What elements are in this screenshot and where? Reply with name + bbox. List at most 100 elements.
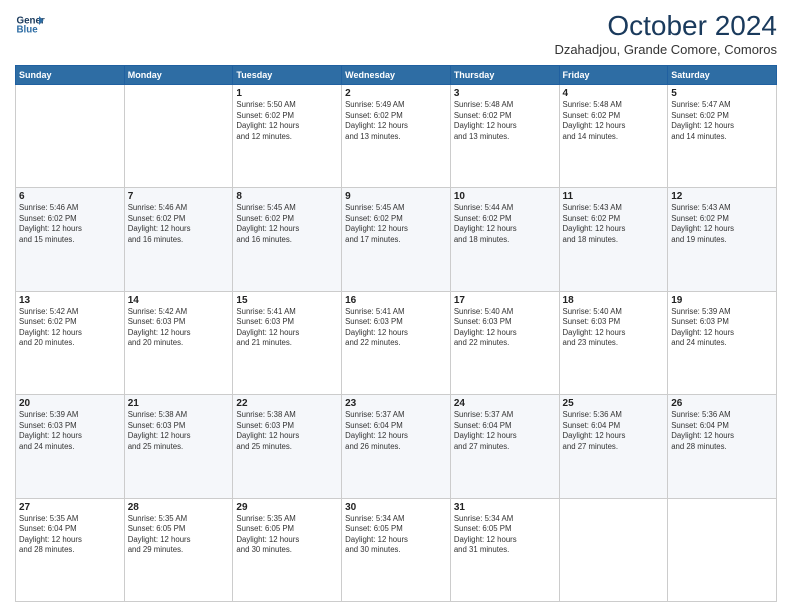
- logo-icon: General Blue: [15, 10, 45, 40]
- calendar-cell: 1Sunrise: 5:50 AM Sunset: 6:02 PM Daylig…: [233, 85, 342, 188]
- calendar-cell: [16, 85, 125, 188]
- day-info: Sunrise: 5:38 AM Sunset: 6:03 PM Dayligh…: [128, 410, 230, 452]
- calendar-cell: 11Sunrise: 5:43 AM Sunset: 6:02 PM Dayli…: [559, 188, 668, 291]
- day-number: 9: [345, 191, 447, 202]
- day-info: Sunrise: 5:45 AM Sunset: 6:02 PM Dayligh…: [236, 203, 338, 245]
- day-info: Sunrise: 5:42 AM Sunset: 6:03 PM Dayligh…: [128, 307, 230, 349]
- calendar-cell: 2Sunrise: 5:49 AM Sunset: 6:02 PM Daylig…: [342, 85, 451, 188]
- day-info: Sunrise: 5:47 AM Sunset: 6:02 PM Dayligh…: [671, 100, 773, 142]
- day-info: Sunrise: 5:38 AM Sunset: 6:03 PM Dayligh…: [236, 410, 338, 452]
- calendar-cell: [668, 498, 777, 601]
- day-info: Sunrise: 5:34 AM Sunset: 6:05 PM Dayligh…: [454, 514, 556, 556]
- calendar-cell: 31Sunrise: 5:34 AM Sunset: 6:05 PM Dayli…: [450, 498, 559, 601]
- day-of-week-header: Thursday: [450, 66, 559, 85]
- day-number: 27: [19, 502, 121, 513]
- day-number: 23: [345, 398, 447, 409]
- day-number: 24: [454, 398, 556, 409]
- calendar-header: SundayMondayTuesdayWednesdayThursdayFrid…: [16, 66, 777, 85]
- day-number: 2: [345, 88, 447, 99]
- day-info: Sunrise: 5:41 AM Sunset: 6:03 PM Dayligh…: [345, 307, 447, 349]
- svg-text:Blue: Blue: [17, 25, 39, 36]
- day-info: Sunrise: 5:44 AM Sunset: 6:02 PM Dayligh…: [454, 203, 556, 245]
- day-info: Sunrise: 5:50 AM Sunset: 6:02 PM Dayligh…: [236, 100, 338, 142]
- day-number: 19: [671, 295, 773, 306]
- day-info: Sunrise: 5:42 AM Sunset: 6:02 PM Dayligh…: [19, 307, 121, 349]
- day-of-week-header: Sunday: [16, 66, 125, 85]
- day-number: 21: [128, 398, 230, 409]
- calendar-cell: 27Sunrise: 5:35 AM Sunset: 6:04 PM Dayli…: [16, 498, 125, 601]
- day-number: 8: [236, 191, 338, 202]
- calendar-week-row: 27Sunrise: 5:35 AM Sunset: 6:04 PM Dayli…: [16, 498, 777, 601]
- day-info: Sunrise: 5:39 AM Sunset: 6:03 PM Dayligh…: [671, 307, 773, 349]
- day-number: 10: [454, 191, 556, 202]
- day-of-week-header: Monday: [124, 66, 233, 85]
- location: Dzahadjou, Grande Comore, Comoros: [554, 42, 777, 57]
- calendar-cell: 10Sunrise: 5:44 AM Sunset: 6:02 PM Dayli…: [450, 188, 559, 291]
- day-number: 4: [563, 88, 665, 99]
- day-number: 25: [563, 398, 665, 409]
- day-info: Sunrise: 5:48 AM Sunset: 6:02 PM Dayligh…: [563, 100, 665, 142]
- calendar-cell: 19Sunrise: 5:39 AM Sunset: 6:03 PM Dayli…: [668, 291, 777, 394]
- calendar-cell: [124, 85, 233, 188]
- day-info: Sunrise: 5:37 AM Sunset: 6:04 PM Dayligh…: [454, 410, 556, 452]
- calendar-cell: 26Sunrise: 5:36 AM Sunset: 6:04 PM Dayli…: [668, 395, 777, 498]
- day-number: 5: [671, 88, 773, 99]
- day-number: 22: [236, 398, 338, 409]
- day-number: 30: [345, 502, 447, 513]
- day-info: Sunrise: 5:35 AM Sunset: 6:04 PM Dayligh…: [19, 514, 121, 556]
- calendar-cell: 8Sunrise: 5:45 AM Sunset: 6:02 PM Daylig…: [233, 188, 342, 291]
- calendar-cell: 16Sunrise: 5:41 AM Sunset: 6:03 PM Dayli…: [342, 291, 451, 394]
- day-number: 13: [19, 295, 121, 306]
- day-number: 26: [671, 398, 773, 409]
- calendar-cell: 17Sunrise: 5:40 AM Sunset: 6:03 PM Dayli…: [450, 291, 559, 394]
- calendar-cell: 21Sunrise: 5:38 AM Sunset: 6:03 PM Dayli…: [124, 395, 233, 498]
- calendar-week-row: 6Sunrise: 5:46 AM Sunset: 6:02 PM Daylig…: [16, 188, 777, 291]
- day-of-week-header: Tuesday: [233, 66, 342, 85]
- calendar-cell: 25Sunrise: 5:36 AM Sunset: 6:04 PM Dayli…: [559, 395, 668, 498]
- day-number: 14: [128, 295, 230, 306]
- day-number: 28: [128, 502, 230, 513]
- day-number: 20: [19, 398, 121, 409]
- day-info: Sunrise: 5:35 AM Sunset: 6:05 PM Dayligh…: [128, 514, 230, 556]
- day-info: Sunrise: 5:34 AM Sunset: 6:05 PM Dayligh…: [345, 514, 447, 556]
- header: General Blue October 2024 Dzahadjou, Gra…: [15, 10, 777, 57]
- day-info: Sunrise: 5:45 AM Sunset: 6:02 PM Dayligh…: [345, 203, 447, 245]
- calendar-cell: 29Sunrise: 5:35 AM Sunset: 6:05 PM Dayli…: [233, 498, 342, 601]
- day-info: Sunrise: 5:46 AM Sunset: 6:02 PM Dayligh…: [128, 203, 230, 245]
- day-number: 31: [454, 502, 556, 513]
- calendar-week-row: 20Sunrise: 5:39 AM Sunset: 6:03 PM Dayli…: [16, 395, 777, 498]
- day-info: Sunrise: 5:40 AM Sunset: 6:03 PM Dayligh…: [454, 307, 556, 349]
- day-info: Sunrise: 5:49 AM Sunset: 6:02 PM Dayligh…: [345, 100, 447, 142]
- calendar-cell: 7Sunrise: 5:46 AM Sunset: 6:02 PM Daylig…: [124, 188, 233, 291]
- day-number: 1: [236, 88, 338, 99]
- calendar-cell: 23Sunrise: 5:37 AM Sunset: 6:04 PM Dayli…: [342, 395, 451, 498]
- day-info: Sunrise: 5:37 AM Sunset: 6:04 PM Dayligh…: [345, 410, 447, 452]
- day-of-week-header: Friday: [559, 66, 668, 85]
- day-number: 3: [454, 88, 556, 99]
- calendar-cell: 28Sunrise: 5:35 AM Sunset: 6:05 PM Dayli…: [124, 498, 233, 601]
- day-info: Sunrise: 5:36 AM Sunset: 6:04 PM Dayligh…: [671, 410, 773, 452]
- calendar-cell: 6Sunrise: 5:46 AM Sunset: 6:02 PM Daylig…: [16, 188, 125, 291]
- day-of-week-header: Wednesday: [342, 66, 451, 85]
- day-info: Sunrise: 5:36 AM Sunset: 6:04 PM Dayligh…: [563, 410, 665, 452]
- header-row: SundayMondayTuesdayWednesdayThursdayFrid…: [16, 66, 777, 85]
- day-info: Sunrise: 5:35 AM Sunset: 6:05 PM Dayligh…: [236, 514, 338, 556]
- calendar-cell: 15Sunrise: 5:41 AM Sunset: 6:03 PM Dayli…: [233, 291, 342, 394]
- calendar-cell: 14Sunrise: 5:42 AM Sunset: 6:03 PM Dayli…: [124, 291, 233, 394]
- calendar-cell: 4Sunrise: 5:48 AM Sunset: 6:02 PM Daylig…: [559, 85, 668, 188]
- calendar-cell: 9Sunrise: 5:45 AM Sunset: 6:02 PM Daylig…: [342, 188, 451, 291]
- day-number: 15: [236, 295, 338, 306]
- day-number: 17: [454, 295, 556, 306]
- day-info: Sunrise: 5:46 AM Sunset: 6:02 PM Dayligh…: [19, 203, 121, 245]
- title-block: October 2024 Dzahadjou, Grande Comore, C…: [554, 10, 777, 57]
- day-number: 7: [128, 191, 230, 202]
- calendar-cell: 5Sunrise: 5:47 AM Sunset: 6:02 PM Daylig…: [668, 85, 777, 188]
- day-info: Sunrise: 5:48 AM Sunset: 6:02 PM Dayligh…: [454, 100, 556, 142]
- calendar-cell: 20Sunrise: 5:39 AM Sunset: 6:03 PM Dayli…: [16, 395, 125, 498]
- calendar-cell: 13Sunrise: 5:42 AM Sunset: 6:02 PM Dayli…: [16, 291, 125, 394]
- day-info: Sunrise: 5:40 AM Sunset: 6:03 PM Dayligh…: [563, 307, 665, 349]
- calendar-week-row: 13Sunrise: 5:42 AM Sunset: 6:02 PM Dayli…: [16, 291, 777, 394]
- day-number: 29: [236, 502, 338, 513]
- calendar-cell: 12Sunrise: 5:43 AM Sunset: 6:02 PM Dayli…: [668, 188, 777, 291]
- day-number: 12: [671, 191, 773, 202]
